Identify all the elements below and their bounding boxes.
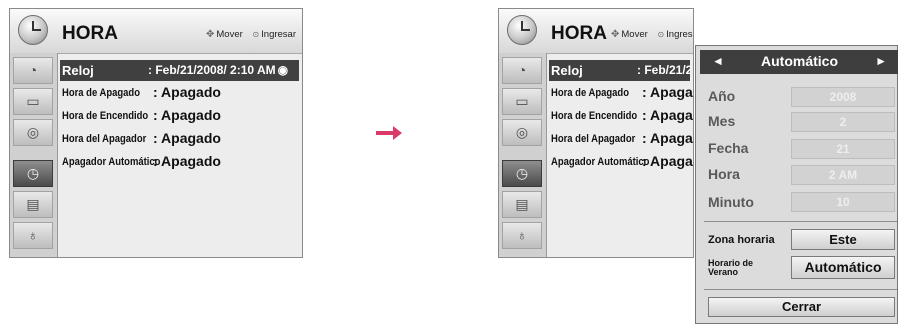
ok-button-icon: ⊙ xyxy=(252,30,260,39)
enter-hint: Ingresar xyxy=(666,29,693,40)
mode-selector[interactable]: ◄ Automático ► xyxy=(700,50,898,74)
minute-label: Minuto xyxy=(708,194,754,210)
menu-item-label: Hora de Encendido xyxy=(551,110,638,122)
clock-icon xyxy=(18,15,48,45)
speaker-icon[interactable]: ◎ xyxy=(502,119,542,146)
tv-picture-icon[interactable]: ▭ xyxy=(13,88,53,115)
menu-item-hora-de-encendido[interactable]: Hora de Encendido : Apaga xyxy=(551,105,693,126)
menu-item-value: : Apagado xyxy=(153,130,221,146)
date-field[interactable]: 21 xyxy=(791,139,895,159)
year-field[interactable]: 2008 xyxy=(791,87,895,107)
close-button[interactable]: Cerrar xyxy=(708,297,895,317)
divider xyxy=(704,289,897,290)
menu-item-label: Hora de Apagado xyxy=(62,87,140,99)
input-plug-icon[interactable]: ♁ xyxy=(13,222,53,249)
navigation-hints: ✥Mover ⊙Ingresar xyxy=(611,29,693,40)
ok-button-icon: ⊙ xyxy=(657,30,665,39)
menu-item-label: Reloj xyxy=(551,63,583,78)
menu-item-value: : Apagado xyxy=(153,84,221,100)
menu-item-label: Apagador Automático xyxy=(62,156,161,168)
dst-button[interactable]: Automático xyxy=(791,256,895,279)
move-arrows-icon: ✥ xyxy=(206,29,215,40)
clock-icon[interactable]: ◷ xyxy=(502,160,542,187)
satellite-dish-icon[interactable]: ◔ xyxy=(13,57,53,84)
right-arrow-icon xyxy=(376,126,402,140)
menu-item-value: : Feb/21/2 xyxy=(637,63,690,77)
menu-item-value: : Apaga xyxy=(642,84,693,100)
move-hint: Mover xyxy=(216,29,243,40)
menu-item-reloj[interactable]: Reloj : Feb/21/2 xyxy=(549,60,690,81)
hour-label: Hora xyxy=(708,166,740,182)
mode-value: Automático xyxy=(761,53,838,69)
clock-settings-popup: ◄ Automático ► Año 2008 Mes 2 Fecha 21 H… xyxy=(695,45,898,324)
menu-item-hora-de-apagado[interactable]: Hora de Apagado : Apaga xyxy=(551,82,693,103)
menu-item-apagador-automatico[interactable]: Apagador Automático : Apagado xyxy=(62,151,302,172)
satellite-dish-icon[interactable]: ◔ xyxy=(502,57,542,84)
menu-item-value: : Apagado xyxy=(153,153,221,169)
month-field[interactable]: 2 xyxy=(791,112,895,132)
minute-field[interactable]: 10 xyxy=(791,192,895,212)
menu-item-value: : Apaga xyxy=(642,153,693,169)
menu-item-reloj[interactable]: Reloj : Feb/21/2008/ 2:10 AM ◉ xyxy=(60,60,299,81)
lock-icon[interactable]: ▤ xyxy=(13,191,53,218)
divider xyxy=(704,221,897,222)
move-hint: Mover xyxy=(621,29,648,40)
menu-item-label: Hora del Apagador xyxy=(551,133,636,145)
menu-item-value: : Apagado xyxy=(153,107,221,123)
menu-item-apagador-automatico[interactable]: Apagador Automático : Apaga xyxy=(551,151,693,172)
menu-header: HORA ✥Mover ⊙Ingresar xyxy=(10,9,302,54)
menu-item-label: Hora de Encendido xyxy=(62,110,149,122)
menu-item-label: Apagador Automático xyxy=(551,156,650,168)
date-label: Fecha xyxy=(708,140,749,156)
menu-item-label: Hora de Apagado xyxy=(551,87,629,99)
navigation-hints: ✥Mover ⊙Ingresar xyxy=(206,29,296,40)
hora-menu-screen-with-popup: HORA ✥Mover ⊙Ingresar ◔ ▭ ◎ ◷ ▤ ♁ Reloj … xyxy=(498,8,694,258)
tv-picture-icon[interactable]: ▭ xyxy=(502,88,542,115)
speaker-icon[interactable]: ◎ xyxy=(13,119,53,146)
menu-item-label: Hora del Apagador xyxy=(62,133,147,145)
lock-icon[interactable]: ▤ xyxy=(502,191,542,218)
menu-item-hora-del-apagador[interactable]: Hora del Apagador : Apagado xyxy=(62,128,302,149)
menu-item-value: : Feb/21/2008/ 2:10 AM ◉ xyxy=(148,63,289,77)
menu-item-hora-del-apagador[interactable]: Hora del Apagador : Apaga xyxy=(551,128,693,149)
menu-item-value: : Apaga xyxy=(642,130,693,146)
year-label: Año xyxy=(708,88,736,104)
right-arrow-icon[interactable]: ► xyxy=(875,54,887,68)
enter-hint: Ingresar xyxy=(261,29,296,40)
timezone-label: Zona horaria xyxy=(708,234,775,246)
category-sidebar: ◔ ▭ ◎ ◷ ▤ ♁ xyxy=(499,53,547,257)
clock-icon xyxy=(507,15,537,45)
selection-cursor-icon: ◉ xyxy=(277,63,289,77)
move-arrows-icon: ✥ xyxy=(611,29,620,40)
dst-label: Horario de Verano xyxy=(708,259,753,277)
dst-label-line2: Verano xyxy=(708,267,739,277)
menu-item-value: : Apaga xyxy=(642,107,693,123)
menu-item-hora-de-encendido[interactable]: Hora de Encendido : Apagado xyxy=(62,105,302,126)
month-label: Mes xyxy=(708,113,736,129)
hour-field[interactable]: 2 AM xyxy=(791,165,895,185)
timezone-button[interactable]: Este xyxy=(791,229,895,250)
hora-menu-screen: HORA ✥ Mover ⊙ Ingresar ◔ ▭ ◎ ◷ ▤ ♁ Reloj … xyxy=(9,8,303,258)
menu-item-label: Reloj xyxy=(62,63,94,78)
menu-item-hora-de-apagado[interactable]: Hora de Apagado : Apagado xyxy=(62,82,302,103)
input-plug-icon[interactable]: ♁ xyxy=(502,222,542,249)
menu-title: HORA xyxy=(551,23,607,44)
menu-header: HORA ✥Mover ⊙Ingresar xyxy=(499,9,693,54)
clock-icon[interactable]: ◷ xyxy=(13,160,53,187)
menu-title: HORA xyxy=(62,23,118,44)
category-sidebar: ◔ ▭ ◎ ◷ ▤ ♁ xyxy=(10,53,58,257)
